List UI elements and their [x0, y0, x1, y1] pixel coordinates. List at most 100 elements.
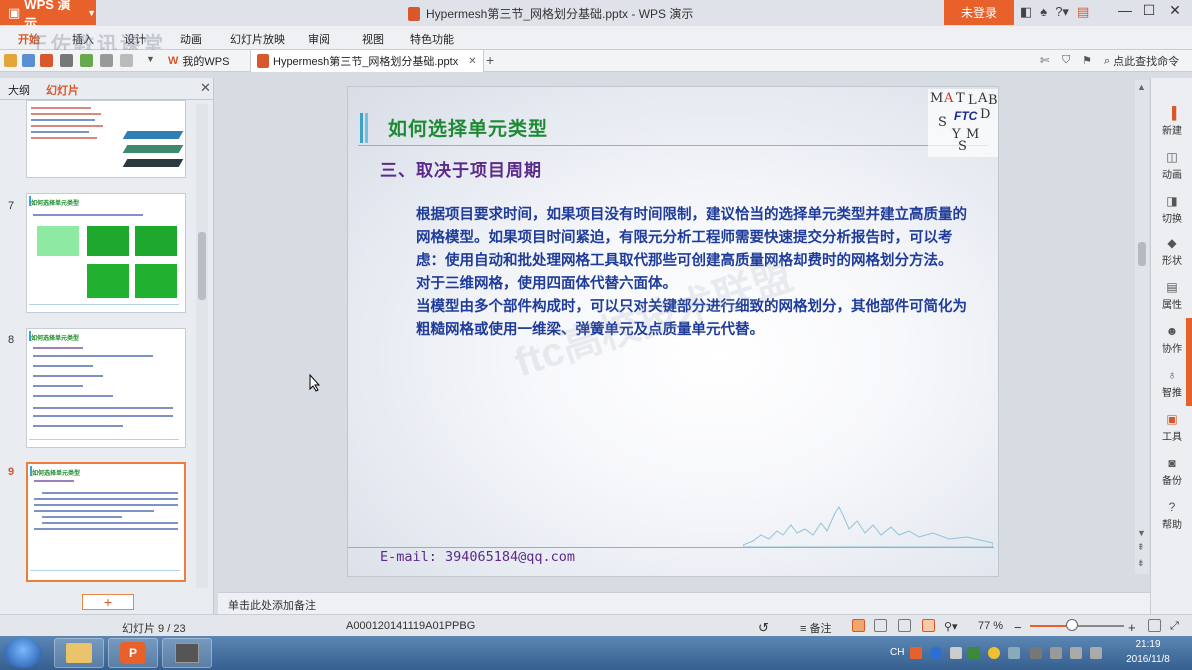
explorer-taskbar-button[interactable]	[54, 638, 104, 668]
window-title: Hypermesh第三节_网格划分基础.pptx - WPS 演示	[408, 5, 693, 22]
slide-indicator: 幻灯片 9 / 23	[122, 623, 186, 635]
divider	[358, 145, 988, 146]
new-tab-icon[interactable]: +	[486, 52, 494, 68]
slide-thumbnail-8[interactable]: 如何选择单元类型	[26, 328, 186, 448]
previous-slide-icon[interactable]: ⇞	[1137, 542, 1145, 553]
command-search[interactable]: ⌕ 点此查找命令	[1104, 53, 1179, 69]
app-taskbar-button[interactable]	[162, 638, 212, 668]
undo-icon[interactable]	[100, 54, 113, 67]
login-button[interactable]: 未登录	[944, 0, 1014, 25]
menu-special[interactable]: 特色功能	[410, 31, 454, 47]
skin-icon[interactable]: ◧	[1020, 4, 1032, 20]
task-backup[interactable]: ◙ 备份	[1151, 456, 1192, 487]
scroll-up-icon[interactable]: ▲	[1137, 82, 1146, 92]
ime-icon[interactable]	[910, 647, 922, 659]
notes-pane[interactable]: 单击此处添加备注	[218, 592, 1150, 614]
fullscreen-icon[interactable]: ⤢	[1170, 620, 1179, 633]
next-slide-icon[interactable]: ⇟	[1137, 558, 1145, 569]
slide-thumbnail-6[interactable]	[26, 100, 186, 178]
fit-window-icon[interactable]	[1148, 619, 1161, 632]
display-icon[interactable]	[1070, 647, 1082, 659]
volume-icon[interactable]	[1050, 647, 1062, 659]
task-properties[interactable]: ▤ 属性	[1151, 280, 1192, 311]
wps-menu-button[interactable]: ▣ WPS 演示 ▼	[0, 0, 96, 31]
flag-icon[interactable]: ⚑	[1082, 54, 1092, 67]
normal-view-icon[interactable]	[852, 619, 865, 632]
network-icon[interactable]	[1030, 647, 1042, 659]
open-icon[interactable]	[4, 54, 17, 67]
window-title-text: Hypermesh第三节_网格划分基础.pptx - WPS 演示	[426, 7, 694, 21]
broom-icon[interactable]: ✄	[1040, 54, 1049, 67]
export-pdf-icon[interactable]	[40, 54, 53, 67]
zoom-slider-knob[interactable]	[1066, 619, 1079, 631]
help-icon: ?	[1168, 500, 1176, 514]
slide-panel-scrollbar[interactable]	[196, 104, 208, 588]
slide-thumbnail-7[interactable]: 如何选择单元类型	[26, 193, 186, 313]
task-shapes[interactable]: ◆ 形状	[1151, 236, 1192, 267]
wps-taskbar-button[interactable]: P	[108, 638, 158, 668]
scrollbar-thumb[interactable]	[1138, 242, 1146, 266]
menu-slideshow[interactable]: 幻灯片放映	[230, 31, 285, 47]
clock-date[interactable]: 2016/11/8	[1118, 654, 1178, 665]
new-doc-icon: ▐	[1167, 106, 1177, 120]
keyboard-icon[interactable]	[950, 647, 962, 659]
restore-icon[interactable]: ↺	[758, 620, 769, 636]
notes-toggle[interactable]: ≡ 备注	[800, 620, 831, 636]
security-icon[interactable]	[988, 647, 1000, 659]
start-button[interactable]	[4, 638, 42, 668]
presentation-file-icon	[408, 6, 420, 21]
task-transition[interactable]: ◨ 切换	[1151, 194, 1192, 225]
shirt-icon[interactable]: ♠	[1040, 4, 1047, 20]
scrollbar-thumb[interactable]	[198, 232, 206, 300]
play-icon[interactable]	[922, 619, 935, 632]
maximize-icon[interactable]: ☐	[1138, 2, 1160, 19]
zoom-value[interactable]: 77 %	[978, 620, 1003, 632]
zoom-out-icon[interactable]: −	[1014, 620, 1022, 635]
lock-icon[interactable]: ⛉	[1062, 54, 1070, 67]
task-pane-handle[interactable]	[1186, 318, 1192, 406]
task-new[interactable]: ▐ 新建	[1151, 106, 1192, 137]
slide[interactable]: 如何选择单元类型 M A T L A B D S Y M S FTC 三、取决于…	[347, 86, 999, 577]
task-help[interactable]: ? 帮助	[1151, 500, 1192, 531]
close-icon[interactable]: ✕	[1164, 2, 1186, 19]
task-tools[interactable]: ▣ 工具	[1151, 412, 1192, 443]
close-panel-icon[interactable]: ✕	[200, 80, 211, 96]
input-language[interactable]: CH	[890, 647, 904, 658]
menu-review[interactable]: 审阅	[308, 31, 330, 47]
pin-icon[interactable]: ⚲▾	[944, 620, 958, 633]
clock-time[interactable]: 21:19	[1124, 639, 1172, 650]
tab-slides[interactable]: 幻灯片	[46, 82, 79, 98]
preview-icon[interactable]	[80, 54, 93, 67]
tray-app-icon[interactable]	[968, 647, 980, 659]
task-collaborate-label: 协作	[1162, 344, 1182, 355]
help-icon[interactable]: ?▾	[1055, 4, 1069, 20]
menu-view[interactable]: 视图	[362, 31, 384, 47]
slide-subtitle[interactable]: 三、取决于项目周期	[380, 156, 542, 181]
slide-email[interactable]: E-mail: 394065184@qq.com	[380, 549, 575, 565]
sorter-view-icon[interactable]	[874, 619, 887, 632]
print-icon[interactable]	[60, 54, 73, 67]
add-slide-button[interactable]: +	[82, 594, 134, 610]
tab-outline[interactable]: 大纲	[8, 82, 30, 98]
tab-document[interactable]: Hypermesh第三节_网格划分基础.pptx ✕	[250, 50, 484, 72]
menu-animation[interactable]: 动画	[180, 31, 202, 47]
reading-view-icon[interactable]	[898, 619, 911, 632]
slide-thumbnail-9[interactable]: 如何选择单元类型	[26, 462, 186, 582]
scroll-down-icon[interactable]: ▼	[1137, 528, 1146, 538]
redo-icon[interactable]	[120, 54, 133, 67]
chevron-down-icon[interactable]: ▼	[146, 54, 155, 64]
feedback-icon[interactable]: ▤	[1077, 4, 1089, 20]
minimize-icon[interactable]: —	[1114, 2, 1136, 18]
zoom-in-icon[interactable]: +	[1128, 620, 1136, 635]
close-tab-icon[interactable]: ✕	[468, 56, 476, 67]
canvas-scrollbar[interactable]: ▲ ▼ ⇞ ⇟	[1135, 80, 1149, 574]
task-animation[interactable]: ◫ 动画	[1151, 150, 1192, 181]
task-tools-label: 工具	[1162, 432, 1182, 443]
save-icon[interactable]	[22, 54, 35, 67]
tray-app-icon[interactable]	[1090, 647, 1102, 659]
slide-title[interactable]: 如何选择单元类型	[388, 114, 548, 141]
help-tray-icon[interactable]	[930, 647, 942, 659]
tray-app-icon[interactable]	[1008, 647, 1020, 659]
tab-my-wps[interactable]: W 我的WPS	[162, 50, 235, 72]
folder-icon	[66, 643, 92, 663]
